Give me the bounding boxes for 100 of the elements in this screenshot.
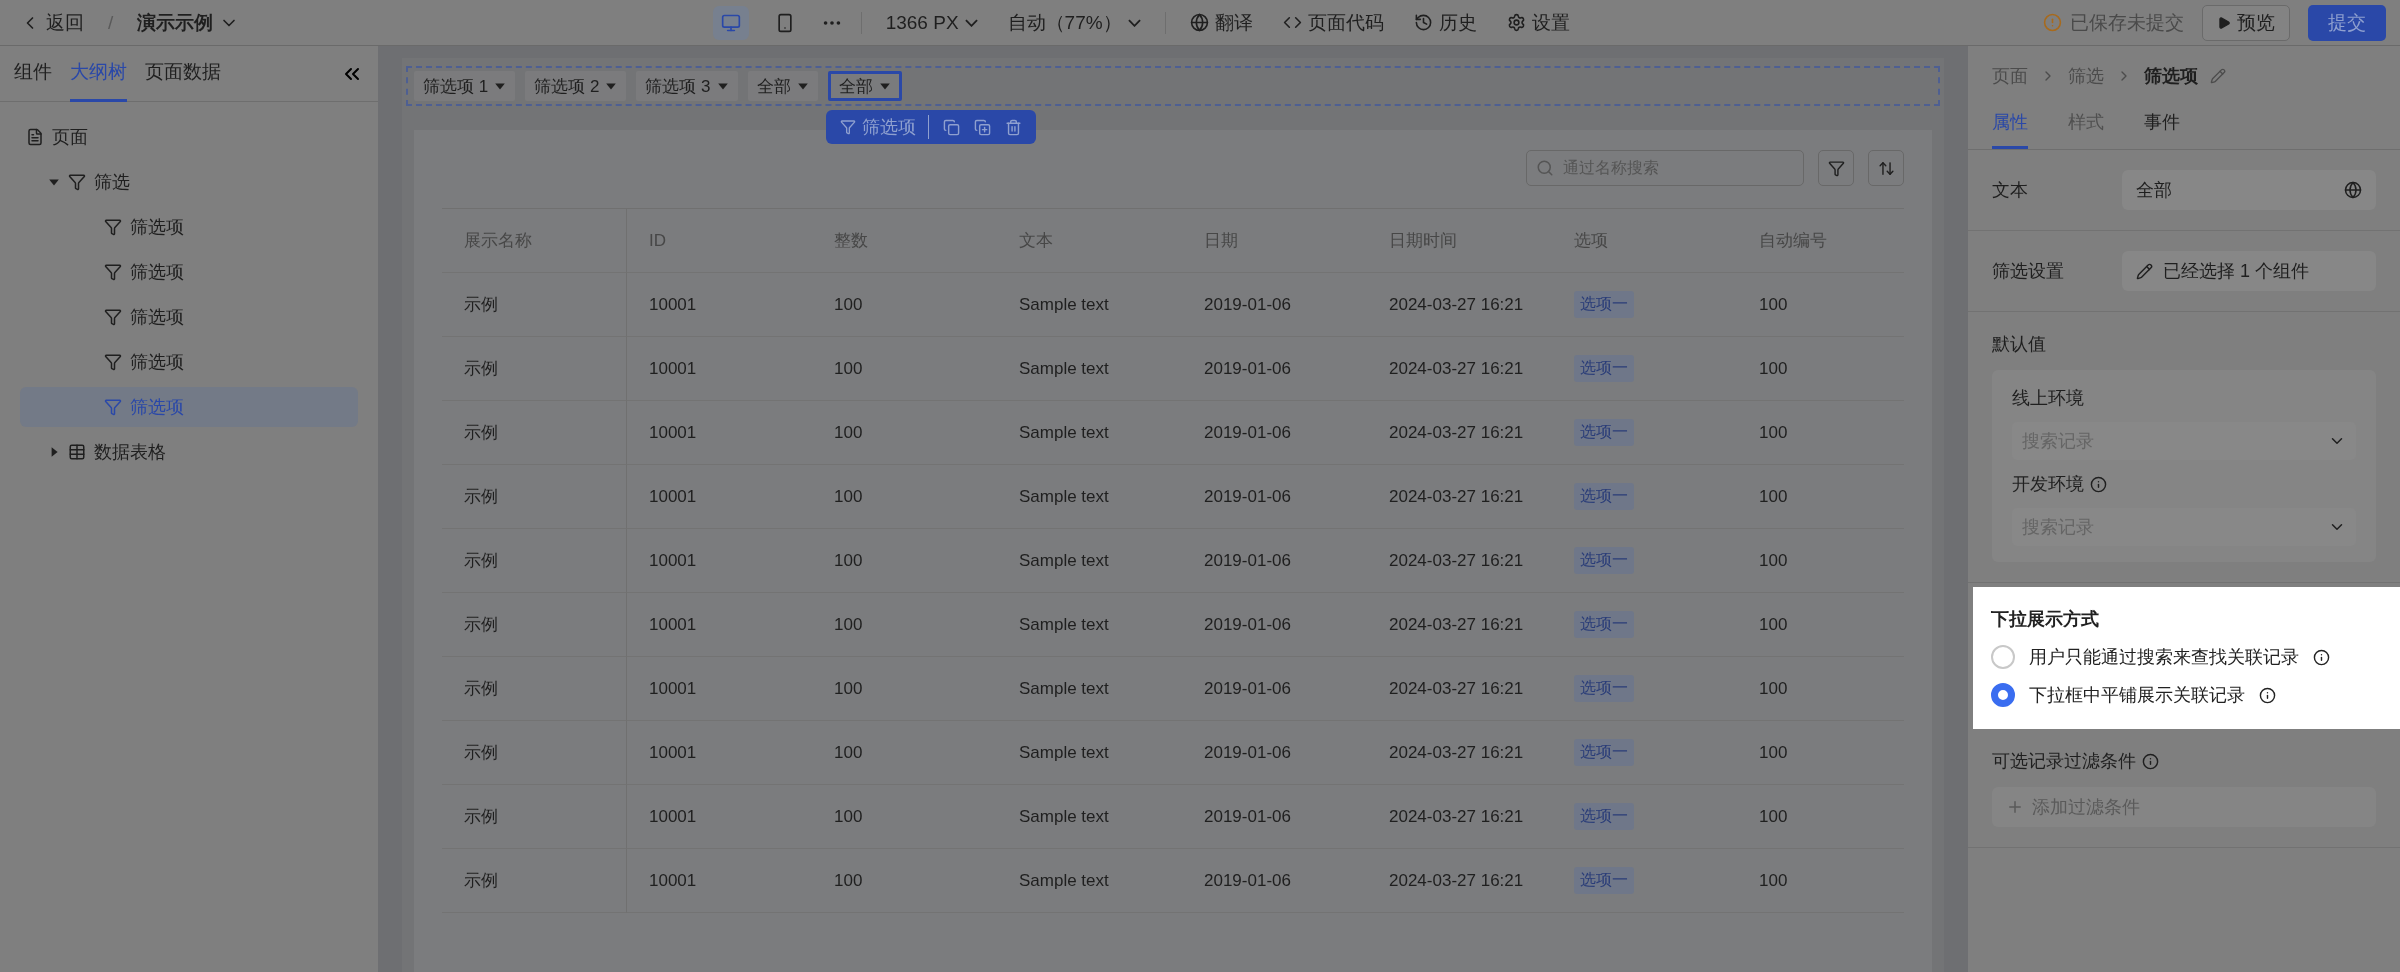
table-cell: 10001 [649,550,697,571]
panel-tab[interactable]: 页面数据 [145,45,221,102]
width-dropdown[interactable]: 1366 PX [879,7,984,38]
filter-dropdown[interactable]: 筛选项 1 [414,71,516,101]
tree-item[interactable]: 筛选项 [20,251,358,292]
table-cell: 2019-01-06 [1204,550,1291,571]
settings-button[interactable]: 设置 [1500,5,1576,40]
table-cell-text: 示例 [464,422,498,444]
tree-item[interactable]: 筛选 [20,161,358,202]
breadcrumb-separator: / [108,11,114,34]
filter-icon [68,172,86,191]
table-cell: 2024-03-27 16:21 [1389,678,1524,699]
table-cell: 10001 [649,294,697,315]
filter-icon [104,217,122,236]
filter-dropdown[interactable]: 筛选项 2 [525,71,627,101]
table-cell: 2019-01-06 [1204,614,1291,635]
tree-item[interactable]: 筛选项 [20,206,358,247]
table-cell: 10001 [649,422,697,443]
table-cell: 100 [834,870,863,891]
table-cell: 10001 [649,614,697,635]
table-icon [68,442,86,461]
filter-dropdown[interactable]: 全部 [747,71,818,101]
table-cell-text: 示例 [464,806,498,828]
table-cell: 100 [1759,806,1788,827]
tree-item[interactable]: 筛选项 [20,296,358,337]
back-button[interactable]: 返回 [14,5,90,40]
edit-icon [2136,262,2153,280]
tree-item[interactable]: 页面 [20,116,358,157]
table-cell: 10001 [649,358,697,379]
table-cell: 2019-01-06 [1204,806,1291,827]
project-dropdown[interactable]: 演示示例 [131,5,246,40]
table-cell: 2024-03-27 16:21 [1389,422,1524,443]
table-cell: 2024-03-27 16:21 [1389,486,1524,507]
table-cell: 10001 [649,486,697,507]
table-cell: Sample text [1019,422,1109,443]
radio-label[interactable]: 用户只能通过搜索来查找关联记录 [2029,645,2299,669]
table-cell: 100 [1759,422,1788,443]
table-cell: 2019-01-06 [1204,870,1291,891]
code-button[interactable]: 页面代码 [1276,5,1390,40]
translate-button[interactable]: 翻译 [1183,5,1259,40]
table-cell: 100 [834,806,863,827]
tree-item[interactable]: 筛选项 [20,341,358,382]
delete-icon[interactable] [1005,118,1022,136]
table-cell: Sample text [1019,870,1109,891]
field-label: 开发环境 [2012,473,2084,496]
filter-icon [104,307,122,326]
table-cell: 100 [834,294,863,315]
filter-icon [840,119,856,135]
search-icon [1536,159,1554,177]
globe-icon[interactable] [2344,181,2362,199]
table-cell: 100 [1759,678,1788,699]
play-icon [2217,15,2231,30]
radio-button[interactable] [1991,645,2015,669]
filter-icon [104,352,122,371]
table-cell-text: 示例 [464,550,498,572]
desktop-icon[interactable] [712,5,749,40]
table-cell-text: 示例 [464,742,498,764]
filter-setting-button[interactable]: 已经选择 1 个组件 [2122,251,2376,291]
history-button[interactable]: 历史 [1407,5,1483,40]
radio-label[interactable]: 下拉框中平铺展示关联记录 [2029,683,2245,707]
table-cell: 100 [834,550,863,571]
filter-dropdown[interactable]: 筛选项 3 [636,71,738,101]
filter-icon [104,397,122,416]
preview-button[interactable]: 预览 [2202,4,2290,41]
table-cell: 100 [1759,742,1788,763]
edit-icon[interactable] [2210,68,2226,84]
table-cell: 2024-03-27 16:21 [1389,294,1524,315]
text-field[interactable]: 全部 [2122,170,2376,210]
panel-tab[interactable]: 组件 [14,45,52,102]
filter-button[interactable] [1818,150,1854,186]
field-label: 筛选设置 [1992,260,2065,283]
info-icon [2313,648,2330,666]
table-cell-text: 示例 [464,358,498,380]
dropdown-mode-panel: 下拉展示方式 用户只能通过搜索来查找关联记录 下拉框中平铺展示关联记录 [1973,587,2400,729]
submit-button[interactable]: 提交 [2308,4,2386,41]
table-cell: 10001 [649,806,697,827]
filter-icon [1827,159,1845,177]
history-icon [1413,13,1433,32]
table-cell: 100 [1759,486,1788,507]
inspector-tab[interactable]: 属性 [1992,102,2028,149]
filter-dropdown[interactable]: 全部 [827,71,902,101]
info-icon [2259,686,2276,704]
info-icon [2142,752,2159,770]
duplicate-icon[interactable] [974,118,991,136]
table-cell-text: 示例 [464,678,498,700]
table-cell: 2019-01-06 [1204,678,1291,699]
zoom-dropdown[interactable]: 自动（77%） [1001,5,1147,40]
copy-icon[interactable] [943,118,960,136]
table-cell: 100 [834,742,863,763]
table-cell: 2024-03-27 16:21 [1389,806,1524,827]
table-cell-text: 示例 [464,486,498,508]
sort-button[interactable] [1868,150,1904,186]
radio-button[interactable] [1991,683,2015,707]
globe-icon [1189,13,1209,32]
table-cell: 100 [1759,550,1788,571]
table-cell-text: 示例 [464,614,498,636]
tree-item[interactable]: 数据表格 [20,431,358,472]
table-cell: 10001 [649,870,697,891]
sort-icon [1877,159,1895,177]
inspector-tab[interactable]: 事件 [2144,102,2180,149]
